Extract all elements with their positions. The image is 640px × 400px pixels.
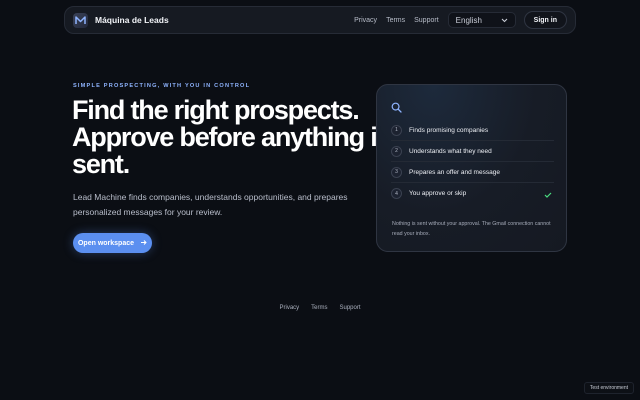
step-number: 4	[391, 188, 402, 199]
language-value: English	[455, 15, 482, 25]
step-label: Finds promising companies	[409, 126, 489, 134]
m-logo-icon[interactable]	[73, 12, 88, 28]
nav-link-terms[interactable]: Terms	[386, 17, 405, 24]
approval-note: Nothing is sent without your approval. T…	[392, 221, 551, 237]
arrow-right-icon	[140, 239, 147, 248]
nav-link-privacy[interactable]: Privacy	[354, 17, 377, 24]
footer-link-privacy[interactable]: Privacy	[279, 305, 299, 311]
chevron-down-icon	[501, 16, 508, 25]
step-item: 4 You approve or skip	[391, 183, 554, 204]
headline-line-2: Approve before anything is	[72, 122, 392, 152]
open-workspace-button[interactable]: Open workspace	[73, 233, 152, 253]
check-icon	[544, 185, 552, 203]
search-icon	[391, 100, 402, 118]
environment-badge: Test environment	[583, 382, 634, 394]
step-number: 1	[391, 124, 402, 136]
step-item: 3 Prepares an offer and message	[391, 162, 554, 183]
nav-link-support[interactable]: Support	[414, 17, 439, 24]
language-select[interactable]: English	[447, 12, 516, 28]
brand-name[interactable]: Máquina de Leads	[95, 15, 169, 25]
headline-line-1: Find the right prospects.	[72, 95, 360, 125]
hero-subtitle: Lead Machine finds companies, understand…	[73, 192, 348, 217]
step-list: 1 Finds promising companies 2 Understand…	[391, 120, 554, 204]
hero-headline: Find the right prospects. Approve before…	[72, 95, 392, 179]
nav-links: Privacy Terms Support English Sign in	[354, 11, 567, 29]
step-label: Understands what they need	[409, 147, 492, 155]
step-label: You approve or skip	[409, 190, 467, 197]
step-item: 2 Understands what they need	[391, 141, 554, 162]
footer-links: Privacy Terms Support	[0, 305, 640, 311]
step-label: Prepares an offer and message	[409, 168, 500, 176]
step-number: 2	[391, 145, 402, 157]
process-card: 1 Finds promising companies 2 Understand…	[376, 84, 567, 252]
footer-link-support[interactable]: Support	[340, 305, 361, 311]
open-workspace-label: Open workspace	[77, 239, 135, 247]
hero-eyebrow: SIMPLE PROSPECTING, WITH YOU IN CONTROL	[73, 83, 251, 89]
step-item: 1 Finds promising companies	[391, 120, 554, 141]
footer-link-terms[interactable]: Terms	[311, 305, 327, 311]
headline-line-3: sent.	[72, 149, 130, 179]
step-number: 3	[391, 166, 402, 178]
top-nav: Máquina de Leads Privacy Terms Support E…	[64, 6, 576, 34]
sign-in-button[interactable]: Sign in	[523, 11, 567, 29]
